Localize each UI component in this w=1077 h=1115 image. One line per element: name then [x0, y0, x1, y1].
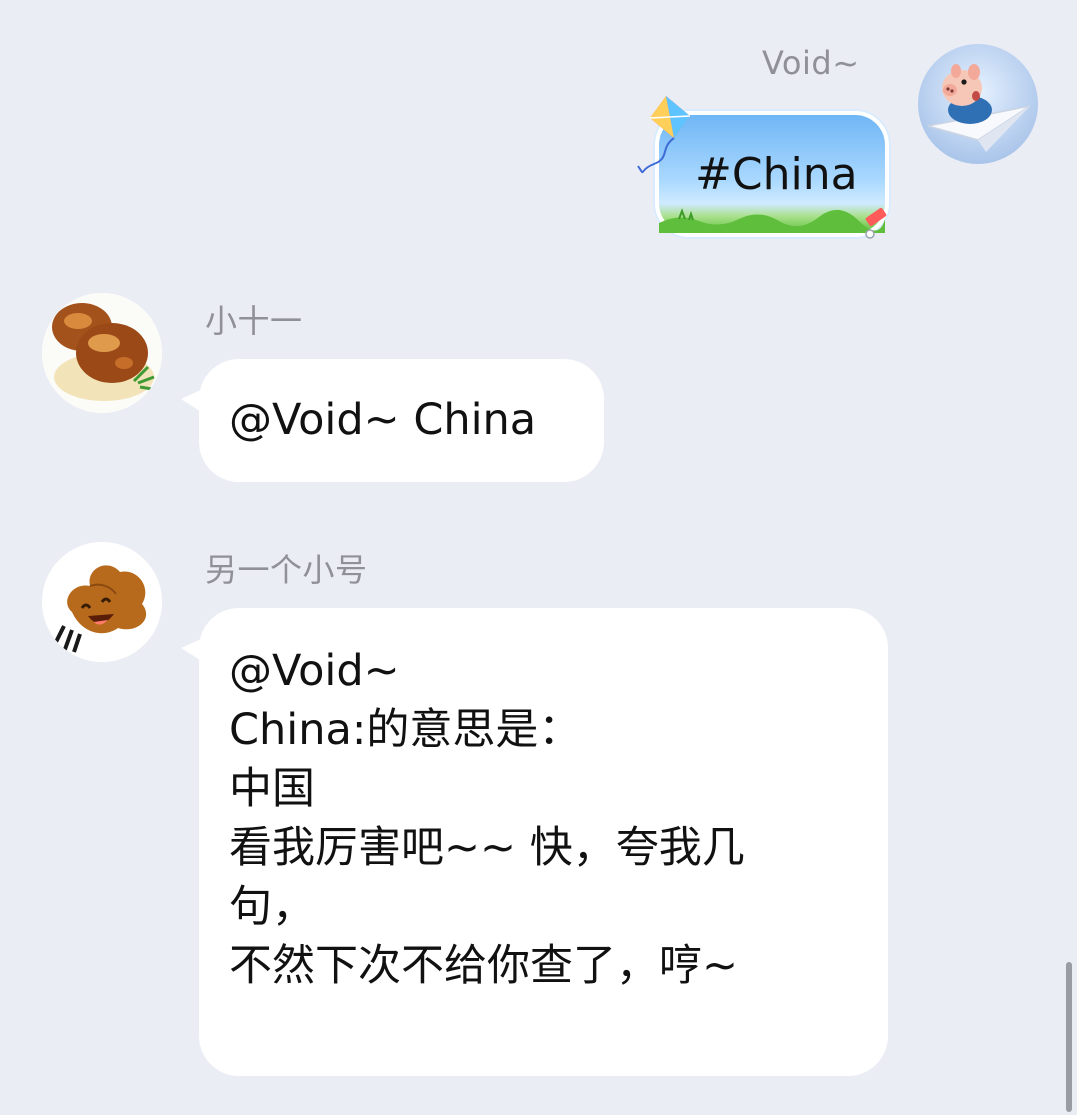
smiling-poop-icon	[42, 542, 162, 662]
message-line: 句，	[229, 882, 315, 932]
braised-meatballs-icon	[42, 293, 162, 413]
kite-decoration-icon	[637, 96, 691, 174]
message-line: China:的意思是：	[229, 705, 582, 755]
message-line: 中国	[229, 764, 315, 814]
message-text: #China	[695, 149, 858, 200]
message-bubble-xiaoshiyi[interactable]: @Void~ China	[181, 359, 604, 482]
sender-name-alt-account: 另一个小号	[205, 551, 368, 589]
sender-name-xiaoshiyi: 小十一	[205, 302, 303, 340]
message-line: 不然下次不给你查了，哼~	[229, 941, 739, 991]
avatar-alt-account[interactable]	[42, 542, 162, 662]
pig-on-paper-plane-icon	[918, 44, 1038, 164]
grass-decoration-icon	[659, 208, 885, 233]
scrollbar[interactable]	[1066, 962, 1072, 1112]
bubble-tail	[181, 638, 203, 662]
message-line: 看我厉害吧~~ 快，夸我几	[229, 823, 745, 873]
bubble-tail	[181, 389, 203, 413]
message-text: @Void~ China	[229, 395, 537, 445]
sender-name-void: Void~	[762, 44, 860, 82]
avatar-void[interactable]	[918, 44, 1038, 164]
ribbon-decoration-icon	[865, 207, 887, 239]
message-bubble-alt-account[interactable]: @Void~ China:的意思是： 中国 看我厉害吧~~ 快，夸我几 句， 不…	[181, 608, 888, 1076]
avatar-xiaoshiyi[interactable]	[42, 293, 162, 413]
message-text-block: @Void~ China:的意思是： 中国 看我厉害吧~~ 快，夸我几 句， 不…	[229, 642, 745, 996]
chat-message-list[interactable]: Void~ #China 小十一 @Void~ China 另一个小号 @Voi…	[0, 0, 1077, 1115]
message-line: @Void~	[229, 646, 400, 696]
